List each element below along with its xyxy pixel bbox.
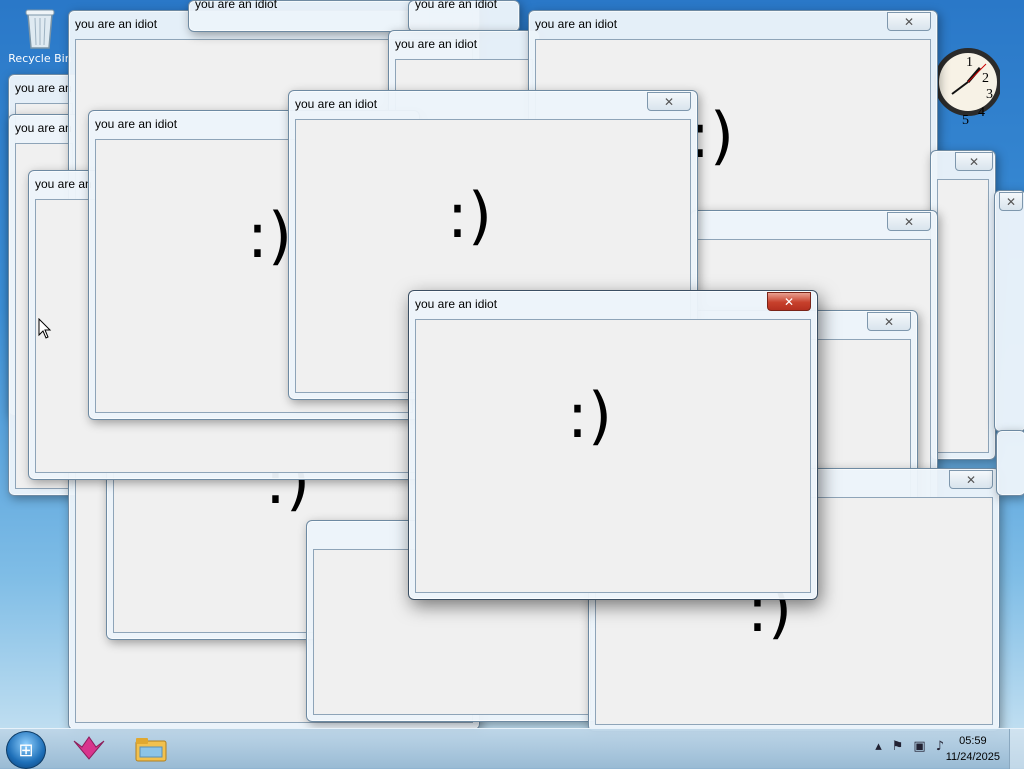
idiot-window[interactable]: you are an idiot [408,0,520,32]
idiot-window[interactable]: ✕ [930,150,996,460]
close-icon: ✕ [903,14,915,29]
recycle-bin-icon[interactable]: Recycle Bin [6,6,74,65]
close-button[interactable]: ✕ [955,152,993,171]
clock-numeral-5: 5 [962,113,969,128]
idiot-window[interactable]: ✕ [994,190,1024,432]
show-desktop-button[interactable] [1009,729,1024,769]
taskbar-explorer-button[interactable] [128,733,174,765]
trash-icon [23,6,57,50]
smiley-face: :) [247,199,293,272]
system-tray: ▴ ⚑ ▣ ♪ [875,739,944,754]
window-title: you are an idiot [415,0,498,11]
action-center-flag-icon[interactable]: ⚑ [892,739,904,754]
close-icon: ✕ [883,314,895,329]
start-button[interactable]: ⊞ [6,731,46,769]
window-title: you are an idiot [415,297,498,311]
volume-icon[interactable]: ♪ [936,739,944,754]
taskbar: ⊞ ▴ ⚑ ▣ ♪ 05:59 11/24/2025 [0,728,1024,769]
app-icon [73,736,105,760]
clock-gadget[interactable]: 1 2 3 4 5 [928,20,1002,130]
taskbar-clock[interactable]: 05:59 11/24/2025 [946,733,1000,765]
window-client-area [415,319,811,593]
taskbar-app-button[interactable] [66,733,112,765]
folder-icon [135,738,167,762]
close-button[interactable]: ✕ [767,292,811,311]
window-title: you are an idiot [535,17,618,31]
clock-time: 05:59 [959,735,987,747]
clock-numeral-1: 1 [966,55,973,70]
close-button[interactable]: ✕ [647,92,691,111]
clock-numeral-3: 3 [986,87,993,102]
clock-numeral-4: 4 [978,105,985,120]
window-title: you are an idiot [75,17,158,31]
close-button[interactable]: ✕ [999,192,1023,211]
close-button[interactable]: ✕ [887,212,931,231]
window-title: you are an idiot [295,97,378,111]
clock-date: 11/24/2025 [945,751,1000,763]
idiot-window[interactable] [996,430,1024,496]
window-client-area [937,179,989,453]
smiley-face: :) [447,179,493,252]
smiley-face: :) [567,379,613,452]
network-icon[interactable]: ▣ [913,739,925,754]
close-button[interactable]: ✕ [949,470,993,489]
close-icon: ✕ [965,472,977,487]
close-icon: ✕ [663,94,675,109]
window-title: you are an idiot [195,0,278,11]
mouse-cursor-icon [38,317,52,344]
close-icon: ✕ [903,214,915,229]
close-icon: ✕ [1005,194,1017,209]
close-button[interactable]: ✕ [887,12,931,31]
clock-numeral-2: 2 [982,71,989,86]
show-hidden-icons-icon[interactable]: ▴ [875,739,882,754]
recycle-bin-label: Recycle Bin [8,52,72,65]
close-button[interactable]: ✕ [867,312,911,331]
close-icon: ✕ [968,154,980,169]
close-icon: ✕ [783,294,795,309]
windows-logo-icon: ⊞ [18,739,34,761]
window-title: you are an idiot [395,37,478,51]
window-title: you are an idiot [95,117,178,131]
idiot-window-active[interactable]: you are an idiot ✕ :) [408,290,818,600]
